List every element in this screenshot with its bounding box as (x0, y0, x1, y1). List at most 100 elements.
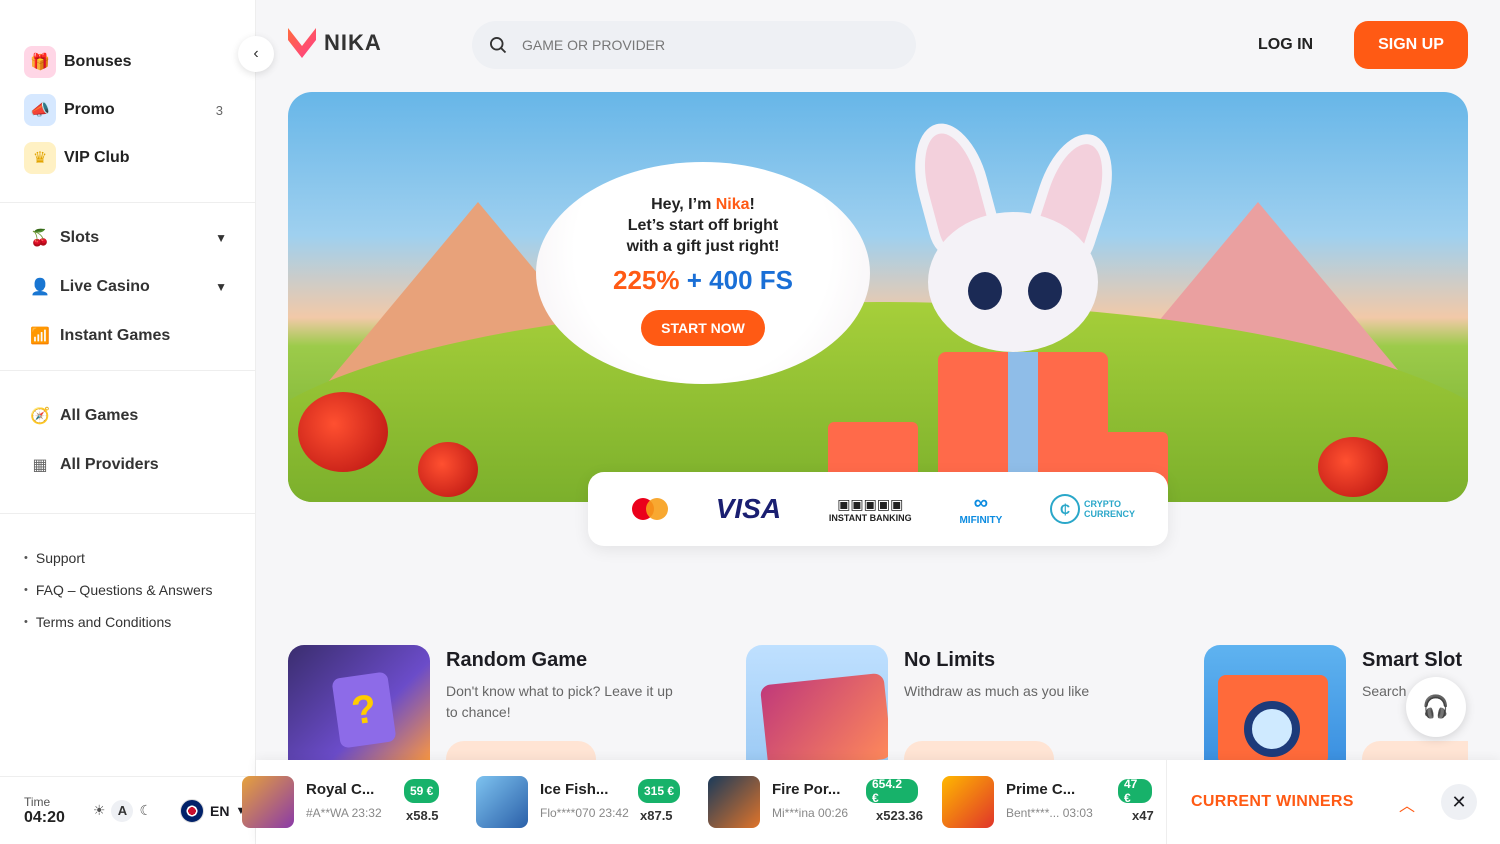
question-mark-icon: ? (331, 671, 397, 749)
gift-icon: 🎁 (24, 46, 56, 78)
logo[interactable]: NIKA (288, 28, 382, 58)
strawberry-decoration (418, 442, 478, 497)
sidebar-item-slots[interactable]: 🍒 Slots ▼ (28, 213, 227, 262)
winner-multiplier: x87.5 (640, 808, 673, 823)
winner-game: Prime C... (1006, 781, 1076, 798)
credit-card-icon (759, 672, 888, 765)
card-title: Random Game (446, 649, 588, 671)
winner-item[interactable]: Fire Por... Mi***ina 00:26 654.2 € x523.… (708, 776, 923, 830)
sidebar-item-all-providers[interactable]: ▦ All Providers (28, 440, 227, 489)
crypto-logo: ₵ CRYPTO CURRENCY (1050, 494, 1135, 524)
banner-line-3: with a gift just right! (626, 238, 780, 255)
instant-banking-logo: ▣▣▣▣▣ INSTANT BANKING (828, 495, 912, 523)
promo-count-badge: 3 (215, 102, 223, 118)
winner-item[interactable]: Prime C... Bent****... 03:03 47 € x47 (942, 776, 1154, 830)
sidebar-item-live-casino[interactable]: 👤 Live Casino ▼ (28, 262, 227, 311)
winner-user: Flo****070 23:42 (540, 806, 629, 820)
chevron-left-icon: ‹ (253, 45, 259, 62)
sun-icon[interactable]: ☀ (93, 802, 106, 819)
strawberry-decoration (1318, 437, 1388, 497)
headset-icon: 🎧 (1422, 694, 1450, 719)
winner-amount: 47 € (1118, 777, 1152, 805)
visa-logo: VISA (715, 493, 782, 524)
chevron-up-icon[interactable]: ︿ (1399, 792, 1415, 816)
payment-methods: VISA ▣▣▣▣▣ INSTANT BANKING ∞ MIFINITY ₵ CRY… (588, 472, 1168, 546)
language-selector[interactable]: EN ▼ (180, 798, 246, 823)
winners-bar: Royal C... #A**WA 23:32 59 € x58.5 Ice F… (242, 760, 1500, 844)
login-button[interactable]: LOG IN (1258, 36, 1313, 54)
compass-icon: 🧭 (30, 407, 50, 425)
sidebar-item-vip-club[interactable]: ♛ VIP Club (24, 134, 231, 182)
footer-links: Support FAQ – Questions & Answers Terms … (0, 514, 255, 666)
nika-logo-icon (288, 28, 316, 58)
game-thumbnail (942, 776, 994, 828)
winner-game: Ice Fish... (540, 781, 609, 798)
link-support[interactable]: Support (24, 542, 231, 574)
grid-icon: ▦ (32, 456, 48, 474)
sidebar-item-label: VIP Club (64, 149, 130, 166)
time-value: 04:20 (24, 808, 65, 826)
feature-card-random-game[interactable]: ? Random Game Don't know what to pick? L… (288, 645, 728, 777)
collapse-sidebar-button[interactable]: ‹ (238, 36, 274, 72)
feature-card-no-limits[interactable]: No Limits Withdraw as much as you like (746, 645, 1186, 777)
sidebar-item-label: Promo (64, 101, 115, 118)
random-game-thumbnail: ? (288, 645, 430, 765)
search-input[interactable] (522, 37, 882, 53)
megaphone-icon: 📣 (24, 94, 56, 126)
support-chat-button[interactable]: 🎧 (1406, 677, 1466, 737)
card-title: Smart Slot (1362, 649, 1463, 671)
search-icon (490, 37, 507, 54)
bar-chart-icon: 📶 (30, 327, 50, 345)
close-icon[interactable]: ✕ (1441, 784, 1477, 820)
link-terms[interactable]: Terms and Conditions (24, 606, 231, 638)
game-thumbnail (708, 776, 760, 828)
banner-offer: 225% + 400 FS (613, 265, 793, 295)
current-winners-label: CURRENT WINNERS (1191, 793, 1354, 810)
no-limits-thumbnail (746, 645, 888, 765)
winner-amount: 654.2 € (866, 777, 918, 805)
mifinity-logo: ∞ MIFINITY (959, 492, 1003, 526)
winner-multiplier: x47 (1132, 808, 1154, 823)
cherry-icon: 🍒 (30, 229, 50, 247)
chevron-down-icon[interactable]: ▼ (215, 231, 227, 245)
sidebar-item-bonuses[interactable]: 🎁 Bonuses (24, 38, 231, 86)
start-now-button[interactable]: START NOW (641, 310, 765, 346)
card-description: Don't know what to pick? Leave it up to … (446, 683, 673, 720)
sidebar-item-label: Slots (60, 228, 100, 246)
strawberry-decoration (298, 392, 388, 472)
winner-user: Mi***ina 00:26 (772, 806, 849, 820)
sidebar: 🎁 Bonuses 📣 Promo 3 ♛ VIP Club 🍒 Slots ▼… (0, 0, 256, 844)
game-thumbnail (476, 776, 528, 828)
banner-line-2: Let’s start off bright (627, 217, 779, 234)
link-faq[interactable]: FAQ – Questions & Answers (24, 574, 231, 606)
winner-game: Royal C... (306, 781, 375, 798)
sidebar-item-all-games[interactable]: 🧭 All Games (28, 391, 227, 440)
sidebar-item-label: Live Casino (60, 277, 150, 295)
card-description: Withdraw as much as you like (904, 683, 1090, 699)
mastercard-icon (631, 498, 668, 520)
card-title: No Limits (904, 649, 996, 671)
crown-icon: ♛ (24, 142, 56, 174)
game-thumbnail (242, 776, 294, 828)
promo-banner[interactable]: Hey, I’m Nika! Let’s start off bright wi… (288, 92, 1468, 502)
search-bar[interactable] (472, 21, 916, 69)
winner-item[interactable]: Ice Fish... Flo****070 23:42 315 € x87.5 (476, 776, 686, 830)
winner-amount: 315 € (638, 779, 681, 803)
moon-icon[interactable]: ☾ (139, 802, 152, 819)
chevron-down-icon[interactable]: ▼ (215, 280, 227, 294)
winner-user: #A**WA 23:32 (306, 806, 382, 820)
winner-amount: 59 € (404, 779, 440, 803)
signup-button[interactable]: SIGN UP (1354, 21, 1468, 69)
theme-auto-button[interactable]: A (111, 799, 134, 822)
theme-switcher[interactable]: ☀ A ☾ (93, 799, 152, 822)
winner-multiplier: x523.36 (876, 808, 923, 823)
winner-game: Fire Por... (772, 781, 841, 798)
banner-greeting: Hey, I’m Nika! (651, 196, 755, 213)
sidebar-item-promo[interactable]: 📣 Promo 3 (24, 86, 231, 134)
fox-mascot (898, 115, 1148, 372)
clock: Time 04:20 (24, 794, 65, 826)
sidebar-footer: Time 04:20 ☀ A ☾ EN ▼ (0, 776, 256, 844)
winner-item[interactable]: Royal C... #A**WA 23:32 59 € x58.5 (242, 776, 452, 830)
sidebar-item-instant-games[interactable]: 📶 Instant Games (28, 311, 227, 360)
sidebar-item-label: All Providers (60, 455, 159, 473)
